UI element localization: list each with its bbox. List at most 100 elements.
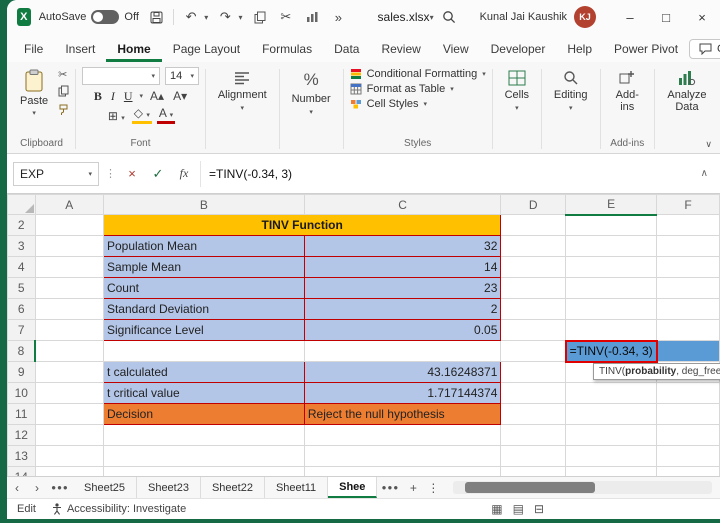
sheet-tab-active[interactable]: Shee [328, 477, 377, 498]
cell-D3[interactable] [501, 236, 566, 257]
cell-B12[interactable] [103, 425, 304, 446]
cell-E10[interactable] [566, 383, 657, 404]
cell-E3[interactable] [566, 236, 657, 257]
cell-A10[interactable] [35, 383, 103, 404]
row-header-10[interactable]: 10 [8, 383, 36, 404]
col-header-F[interactable]: F [657, 195, 720, 215]
save-icon[interactable] [147, 5, 165, 29]
col-header-D[interactable]: D [501, 195, 566, 215]
all-sheets-icon[interactable]: ●●● [47, 477, 73, 498]
cell-E11[interactable] [566, 404, 657, 425]
paste-button[interactable]: Paste ▾ [14, 66, 54, 120]
cell-D6[interactable] [501, 299, 566, 320]
scrollbar-thumb[interactable] [465, 482, 595, 493]
more-sheets-icon[interactable]: ●●● [377, 477, 403, 498]
cell-C11[interactable]: Reject the null hypothesis [304, 404, 501, 425]
cell-C7[interactable]: 0.05 [304, 320, 501, 341]
name-box-dropdown-icon[interactable]: ▾ [88, 170, 92, 178]
cell-C6[interactable]: 2 [304, 299, 501, 320]
more-commands-icon[interactable]: » [329, 5, 347, 29]
cell-C5[interactable]: 23 [304, 278, 501, 299]
cut-icon[interactable]: ✂ [58, 69, 69, 81]
cell-F4[interactable] [657, 257, 720, 278]
cell-D7[interactable] [501, 320, 566, 341]
cell-E6[interactable] [566, 299, 657, 320]
sheet-tab-sheet22[interactable]: Sheet22 [201, 477, 265, 498]
horizontal-scrollbar[interactable] [453, 481, 712, 494]
cell-styles-button[interactable]: Cell Styles▾ [350, 98, 427, 110]
autosave-toggle[interactable] [91, 10, 119, 24]
cell-B7[interactable]: Significance Level [103, 320, 304, 341]
tab-developer[interactable]: Developer [480, 37, 557, 62]
cell-F5[interactable] [657, 278, 720, 299]
cell-B10[interactable]: t critical value [103, 383, 304, 404]
addins-button[interactable]: Add-ins [606, 66, 648, 113]
comments-button[interactable]: Comments [689, 39, 720, 59]
analyze-data-button[interactable]: Analyze Data [661, 66, 713, 113]
tab-page-layout[interactable]: Page Layout [162, 37, 251, 62]
cell-C12[interactable] [304, 425, 501, 446]
tab-file[interactable]: File [13, 37, 54, 62]
sheet-options-icon[interactable]: ⋮ [423, 477, 443, 498]
tab-formulas[interactable]: Formulas [251, 37, 323, 62]
cell-E5[interactable] [566, 278, 657, 299]
editing-button[interactable]: Editing ▾ [548, 66, 594, 112]
borders-icon[interactable]: ⊞ ▾ [106, 109, 127, 123]
conditional-formatting-button[interactable]: Conditional Formatting▾ [350, 68, 486, 80]
cell-B3[interactable]: Population Mean [103, 236, 304, 257]
cell-D5[interactable] [501, 278, 566, 299]
decrease-font-button[interactable]: A▾ [171, 89, 189, 103]
alignment-button[interactable]: Alignment ▾ [212, 66, 273, 112]
search-button[interactable] [442, 10, 456, 24]
tab-insert[interactable]: Insert [54, 37, 106, 62]
row-header-14[interactable]: 14 [8, 467, 36, 477]
cancel-icon[interactable]: × [122, 166, 142, 181]
row-header-6[interactable]: 6 [8, 299, 36, 320]
font-color-icon[interactable]: A ▾ [157, 108, 175, 124]
cell-D13[interactable] [501, 446, 566, 467]
new-sheet-icon[interactable]: + [403, 477, 423, 498]
redo-icon[interactable]: ↷ [216, 5, 234, 29]
normal-view-icon[interactable]: ▦ [491, 502, 502, 516]
sheet-tab-sheet23[interactable]: Sheet23 [137, 477, 201, 498]
minimize-button[interactable]: – [612, 0, 648, 34]
next-sheet-icon[interactable]: › [27, 477, 47, 498]
excel-app-icon[interactable]: X [17, 8, 31, 26]
increase-font-button[interactable]: A▴ [148, 89, 166, 103]
row-header-4[interactable]: 4 [8, 257, 36, 278]
fill-color-icon[interactable]: ◇ ▾ [132, 108, 152, 124]
cell-C8[interactable] [304, 341, 501, 362]
enter-icon[interactable]: ✓ [148, 166, 168, 182]
cell-A2[interactable] [35, 215, 103, 236]
cell-B2-title[interactable]: TINV Function [103, 215, 500, 236]
cell-B14[interactable] [103, 467, 304, 477]
font-size-select[interactable]: 14▾ [165, 67, 199, 85]
cell-B9[interactable]: t calculated [103, 362, 304, 383]
col-header-B[interactable]: B [103, 195, 304, 215]
cells-button[interactable]: Cells ▾ [499, 66, 535, 112]
close-button[interactable]: × [684, 0, 720, 34]
cell-A13[interactable] [35, 446, 103, 467]
number-button[interactable]: % Number ▾ [286, 66, 337, 116]
page-break-view-icon[interactable]: ⊟ [534, 502, 544, 516]
cell-A4[interactable] [35, 257, 103, 278]
cell-D8[interactable] [501, 341, 566, 362]
cell-F6[interactable] [657, 299, 720, 320]
cell-D14[interactable] [501, 467, 566, 477]
cell-E4[interactable] [566, 257, 657, 278]
cell-D9[interactable] [501, 362, 566, 383]
cell-D10[interactable] [501, 383, 566, 404]
col-header-E[interactable]: E [566, 195, 657, 215]
cell-E8-active[interactable]: =TINV(-0.34, 3) [566, 341, 657, 362]
insert-function-icon[interactable]: fx [174, 166, 194, 181]
formula-input[interactable]: =TINV(-0.34, 3) [200, 161, 689, 187]
tab-view[interactable]: View [432, 37, 480, 62]
expand-formula-bar-icon[interactable]: ∧ [695, 168, 714, 179]
cell-F10[interactable] [657, 383, 720, 404]
cell-D12[interactable] [501, 425, 566, 446]
autosave-control[interactable]: AutoSave Off [39, 10, 139, 24]
cell-B13[interactable] [103, 446, 304, 467]
cell-B8[interactable] [103, 341, 304, 362]
tab-review[interactable]: Review [370, 37, 431, 62]
underline-button[interactable]: U [122, 89, 135, 104]
